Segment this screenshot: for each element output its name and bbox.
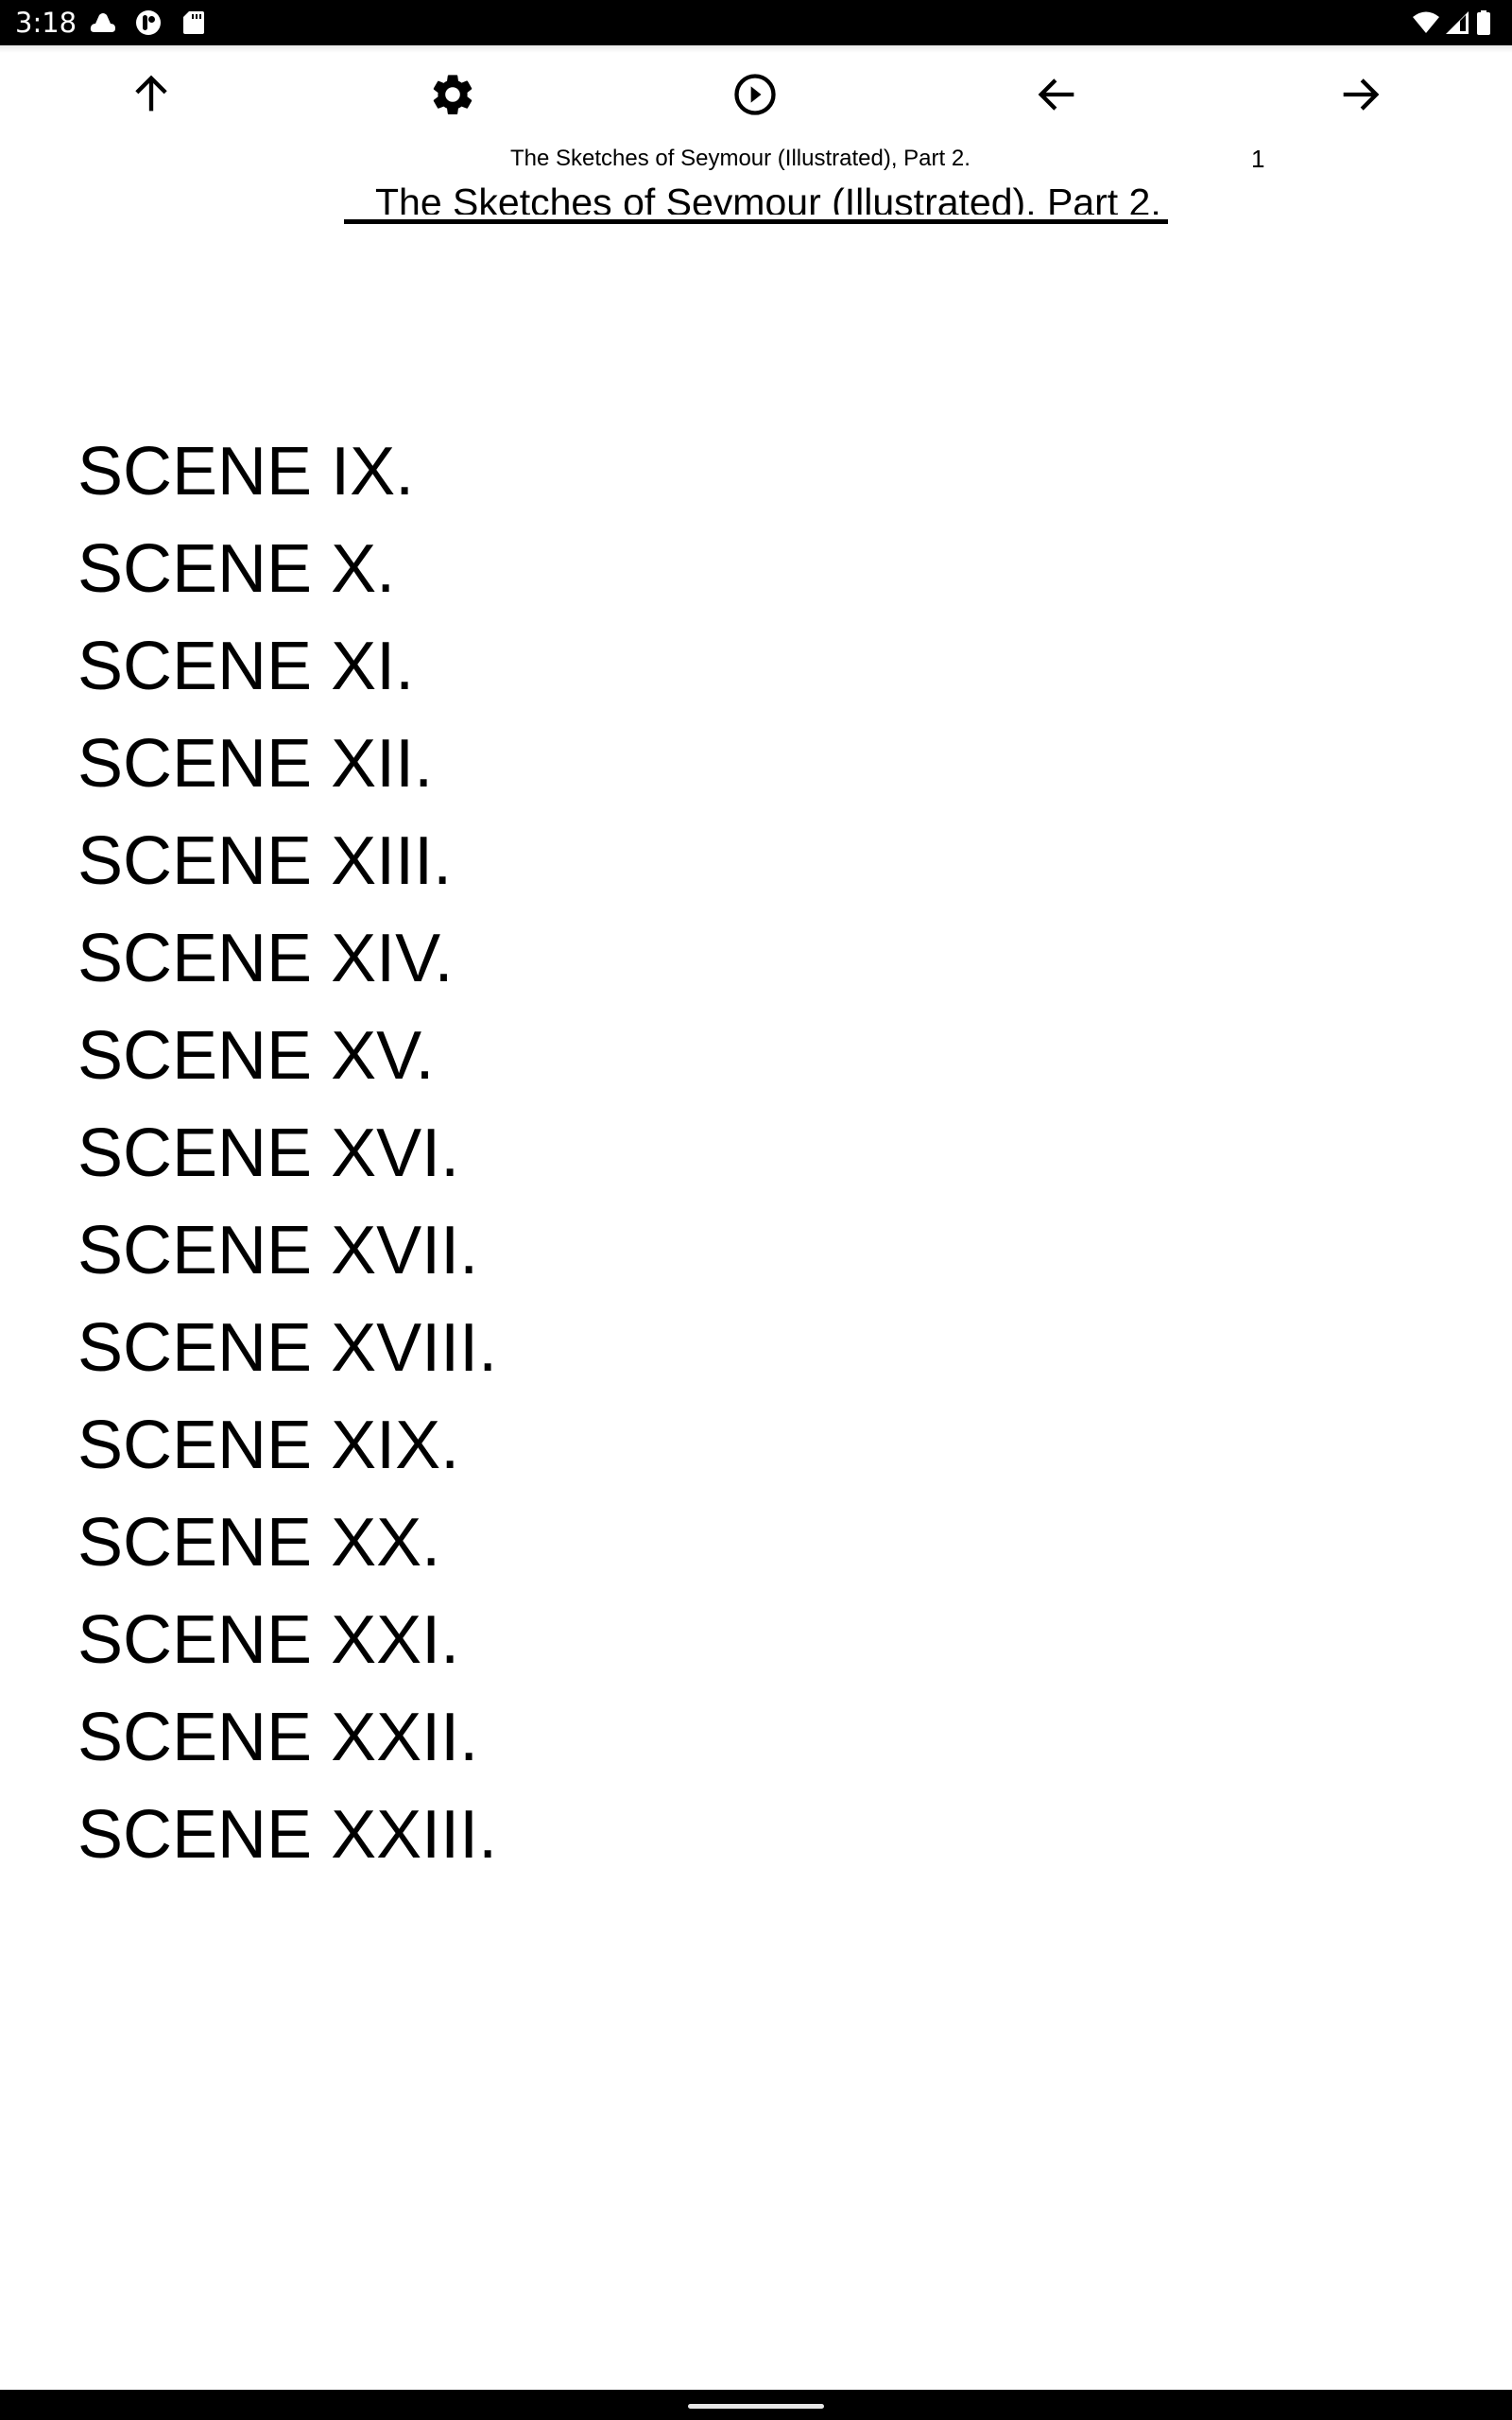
wifi-icon — [1412, 9, 1440, 36]
book-info-line: The Sketches of Seymour (Illustrated), P… — [0, 142, 1512, 176]
scene-link[interactable]: SCENE XXI. — [77, 1592, 497, 1689]
cell-signal-icon — [1444, 9, 1472, 36]
arrow-left-icon — [1038, 78, 1074, 111]
up-button[interactable] — [121, 66, 181, 123]
scene-link[interactable]: SCENE XVII. — [77, 1202, 497, 1300]
scene-link[interactable]: SCENE XVI. — [77, 1105, 497, 1202]
home-gesture-handle[interactable] — [688, 2404, 824, 2409]
gear-icon — [433, 75, 472, 115]
sd-card-icon — [180, 9, 208, 36]
scene-link[interactable]: SCENE X. — [77, 521, 497, 618]
chapter-heading-container: The Sketches of Seymour (Illustrated), P… — [344, 180, 1168, 215]
scene-link[interactable]: SCENE XV. — [77, 1008, 497, 1105]
scene-link[interactable]: SCENE XI. — [77, 618, 497, 716]
scene-link[interactable]: SCENE XIX. — [77, 1397, 497, 1495]
play-circle-icon — [734, 74, 776, 115]
scene-link[interactable]: SCENE XXIII. — [77, 1787, 497, 1884]
next-button[interactable] — [1330, 66, 1390, 123]
previous-button[interactable] — [1027, 66, 1088, 123]
play-button[interactable] — [725, 66, 785, 123]
status-time: 3:18 — [15, 7, 77, 39]
navigation-bar — [0, 2390, 1512, 2420]
scene-link[interactable]: SCENE XIV. — [77, 910, 497, 1008]
scene-link[interactable]: SCENE XX. — [77, 1495, 497, 1592]
scene-link[interactable]: SCENE XXII. — [77, 1689, 497, 1787]
cloud-icon — [89, 9, 117, 36]
arrow-right-icon — [1343, 78, 1380, 111]
status-bar: 3:18 — [0, 0, 1512, 45]
book-title: The Sketches of Seymour (Illustrated), P… — [510, 146, 971, 171]
page-number: 1 — [1251, 145, 1265, 173]
status-bar-shadow — [0, 45, 1512, 53]
reader-toolbar — [0, 53, 1512, 138]
chapter-heading: The Sketches of Seymour (Illustrated), P… — [375, 181, 1161, 215]
scene-link[interactable]: SCENE XVIII. — [77, 1300, 497, 1397]
battery-icon — [1474, 9, 1493, 36]
scene-list: SCENE IX. SCENE X. SCENE XI. SCENE XII. … — [77, 424, 497, 1884]
settings-button[interactable] — [422, 66, 483, 123]
scene-link[interactable]: SCENE XIII. — [77, 813, 497, 910]
arrow-up-icon — [135, 75, 167, 112]
scene-link[interactable]: SCENE XII. — [77, 716, 497, 813]
scene-link[interactable]: SCENE IX. — [77, 424, 497, 521]
heading-divider — [344, 219, 1168, 224]
app-notification-icon — [134, 9, 163, 36]
